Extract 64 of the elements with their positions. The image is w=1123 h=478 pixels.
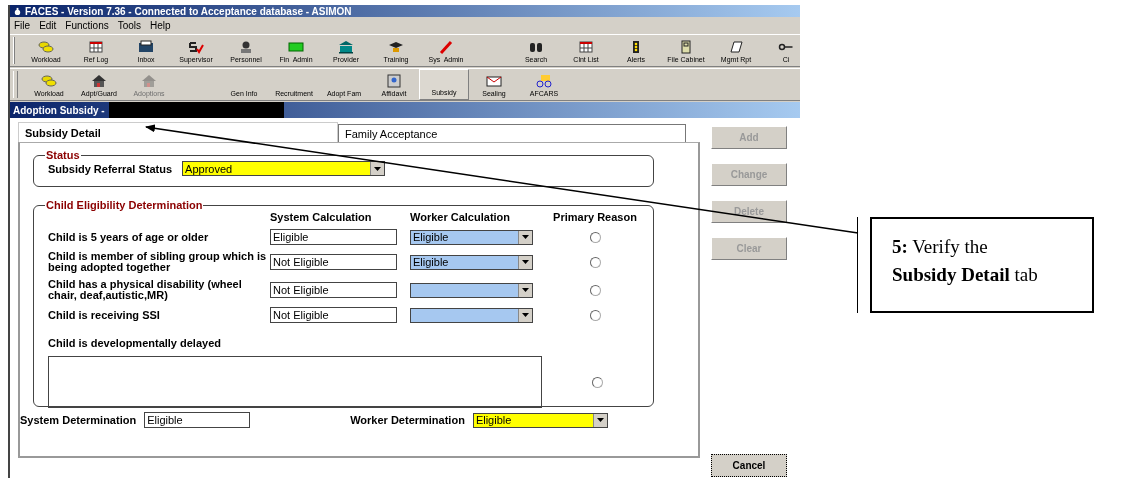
house-icon [141,74,157,88]
field-label: System Determination [20,414,137,426]
worker-determination-dropdown[interactable]: Eligible [472,412,608,428]
system-calculation-field[interactable]: Not Eligible [270,282,397,298]
row-label: Child is receiving SSI [48,309,161,321]
system-calculation-field[interactable]: Eligible [270,229,397,245]
dropdown-arrow-icon [522,235,529,239]
banknote-icon [288,40,304,54]
callout-box: 5: Verify the Subsidy Detail tab [870,217,1094,313]
worker-calculation-dropdown[interactable] [410,282,533,298]
row-label: Child is 5 years of age or older [48,231,210,243]
tray-icon [138,40,154,54]
dropdown-arrow-icon [374,166,382,171]
person-icon [238,40,254,54]
column-header: Worker Calculation [410,211,512,223]
radio-button[interactable] [591,376,603,388]
column-header: Primary Reason [552,211,638,223]
worker-calculation-dropdown[interactable]: Eligible [410,254,533,270]
field-label: Subsidy Referral Status [48,162,173,175]
worker-calculation-dropdown[interactable] [410,307,533,323]
status-dropdown[interactable]: Approved [182,161,386,176]
dropdown-arrow-icon [522,288,529,292]
row-label: Child is member of sibling group which is being adopted together [48,251,268,273]
envelope-icon [486,74,502,88]
cancel-button[interactable]: Cancel [711,454,787,477]
coins-icon [38,40,54,54]
form-icon [386,74,402,88]
radio-button[interactable] [589,309,601,321]
system-calculation-field[interactable]: Not Eligible [270,307,397,323]
menu-item[interactable]: Tools [117,20,142,31]
row-label: Child is developmentally delayed [48,337,221,349]
menu-item[interactable]: Help [150,20,171,31]
search-icon [528,40,544,54]
tab[interactable]: Subsidy Detail [18,122,338,142]
dropdown-arrow-icon [596,418,604,422]
grid-icon [578,40,594,54]
radio-button[interactable] [589,284,601,296]
window-title: FACES - Version 7.36 - Connected to Acceptance database - ASIMON [25,5,352,17]
radio-button[interactable] [589,231,601,243]
grid-icon [88,40,104,54]
radio-button[interactable] [589,256,601,268]
app-icon [13,6,22,16]
building-icon [338,40,354,54]
column-header: System Calculation [270,211,373,223]
coins-icon [41,74,57,88]
tab[interactable]: Family Acceptance [338,124,686,142]
menu-item[interactable]: Functions [65,20,109,31]
field-label: Worker Determination [350,414,465,426]
text-area[interactable] [48,356,542,408]
cabinet-icon [678,40,694,54]
menu-item[interactable]: File [14,20,31,31]
system-calculation-field[interactable]: Not Eligible [270,254,397,270]
menu-item[interactable]: Edit [39,20,57,31]
group-title: Status [45,149,81,161]
system-determination-field[interactable]: Eligible [144,412,251,428]
house-icon [91,74,107,88]
group-title: Child Eligibility Determination [45,199,204,211]
dropdown-arrow-icon [522,313,529,317]
document-title: Adoption Subsidy - [13,104,105,116]
worker-calculation-dropdown[interactable]: Eligible [410,229,533,245]
graduation-cap-icon [388,40,404,54]
row-label: Child has a physical disability (wheel chair, deaf,autistic,MR) [48,279,243,301]
dropdown-arrow-icon [522,260,529,264]
checkmark-icon [188,40,204,54]
